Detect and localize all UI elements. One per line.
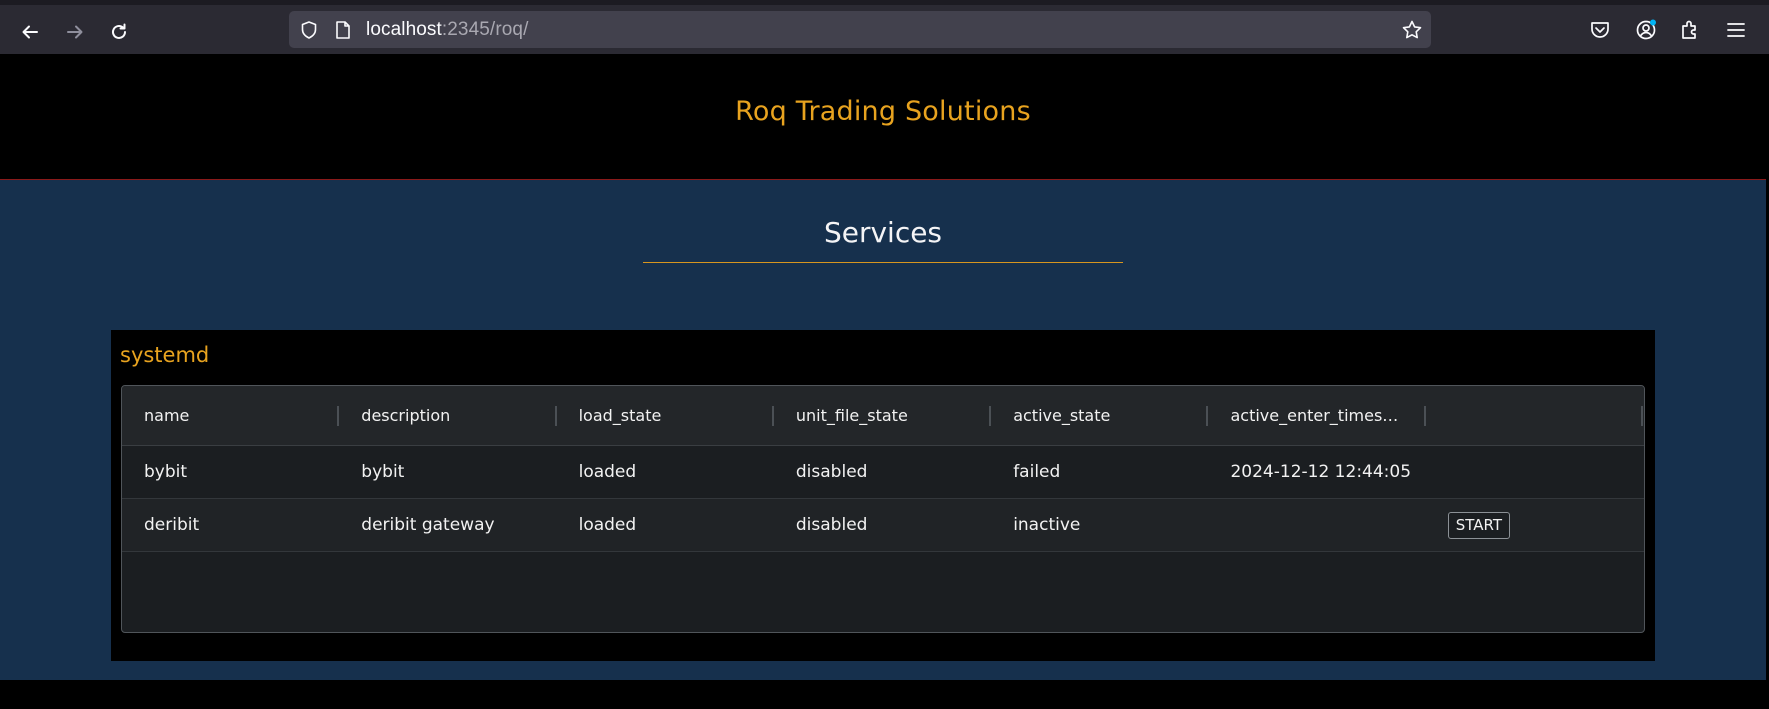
- cell-load-state: loaded: [578, 462, 637, 482]
- cell-name: deribit: [144, 515, 200, 535]
- bookmark-star-icon[interactable]: [1401, 19, 1423, 41]
- column-header-unit-file-state[interactable]: unit_file_state: [774, 386, 992, 445]
- reload-icon: [112, 23, 126, 39]
- services-table: name description load_state unit_file_st…: [121, 385, 1645, 633]
- url-host: localhost: [366, 19, 442, 40]
- cell-unit-file-state: disabled: [795, 515, 868, 535]
- cell-description: deribit gateway: [361, 515, 495, 535]
- column-resize-handle[interactable]: [1641, 406, 1644, 426]
- column-header-active-state[interactable]: active_state: [991, 386, 1209, 445]
- cell-load-state: loaded: [578, 515, 637, 535]
- cell-description: bybit: [361, 462, 405, 482]
- url-path: :2345/roq/: [441, 19, 529, 40]
- browser-toolbar: localhost:2345/roq/: [0, 0, 1769, 54]
- back-button[interactable]: [12, 14, 48, 50]
- cell-unit-file-state: disabled: [795, 462, 868, 482]
- start-button[interactable]: START: [1447, 512, 1511, 539]
- page-icon: [336, 21, 350, 39]
- column-header-label: description: [361, 406, 451, 425]
- extensions-icon[interactable]: [1679, 19, 1701, 41]
- account-icon[interactable]: [1635, 19, 1657, 41]
- cell-action: [1426, 446, 1643, 498]
- systemd-panel: systemd name description load_state unit…: [111, 330, 1655, 661]
- cell-active-enter-timestamp: 2024-12-12 12:44:05: [1230, 462, 1412, 482]
- cell-active-state: failed: [1013, 462, 1061, 482]
- column-header-load-state[interactable]: load_state: [557, 386, 774, 445]
- panel-title: systemd: [120, 343, 210, 367]
- page-content: Roq Trading Solutions Services systemd n…: [0, 54, 1769, 709]
- page-title: Services: [823, 216, 943, 249]
- title-divider: [643, 262, 1123, 263]
- cell-action: START: [1426, 499, 1643, 551]
- column-header-name[interactable]: name: [122, 386, 340, 445]
- table-header: name description load_state unit_file_st…: [122, 386, 1644, 446]
- cell-name: bybit: [144, 462, 188, 482]
- app-header: Roq Trading Solutions: [0, 54, 1766, 180]
- shield-icon[interactable]: [299, 20, 319, 40]
- column-header-actions: [1426, 386, 1644, 445]
- forward-arrow-icon: [67, 25, 83, 39]
- column-header-active-enter-timestamp[interactable]: active_enter_timesta…: [1208, 386, 1426, 445]
- cell-active-enter-timestamp: [1208, 499, 1425, 551]
- column-header-label: unit_file_state: [795, 406, 908, 425]
- brand-title: Roq Trading Solutions: [735, 96, 1031, 127]
- main-content: Services systemd name description load_s…: [0, 180, 1766, 680]
- pocket-icon[interactable]: [1589, 19, 1611, 41]
- back-arrow-icon: [22, 25, 38, 39]
- menu-icon[interactable]: [1725, 19, 1747, 41]
- column-header-description[interactable]: description: [339, 386, 557, 445]
- address-bar[interactable]: localhost:2345/roq/: [289, 11, 1431, 48]
- column-header-label: name: [144, 406, 190, 425]
- column-header-label: load_state: [578, 406, 662, 425]
- column-header-label: active_state: [1013, 406, 1111, 425]
- url-text[interactable]: localhost:2345/roq/: [366, 11, 528, 48]
- cell-active-state: inactive: [1013, 515, 1081, 535]
- table-row[interactable]: deribit deribit gateway loaded disabled …: [122, 499, 1644, 552]
- forward-button[interactable]: [57, 14, 93, 50]
- table-row[interactable]: bybit bybit loaded disabled failed 2024-…: [122, 446, 1644, 499]
- column-header-label: active_enter_timesta…: [1230, 406, 1415, 425]
- reload-button[interactable]: [101, 14, 137, 50]
